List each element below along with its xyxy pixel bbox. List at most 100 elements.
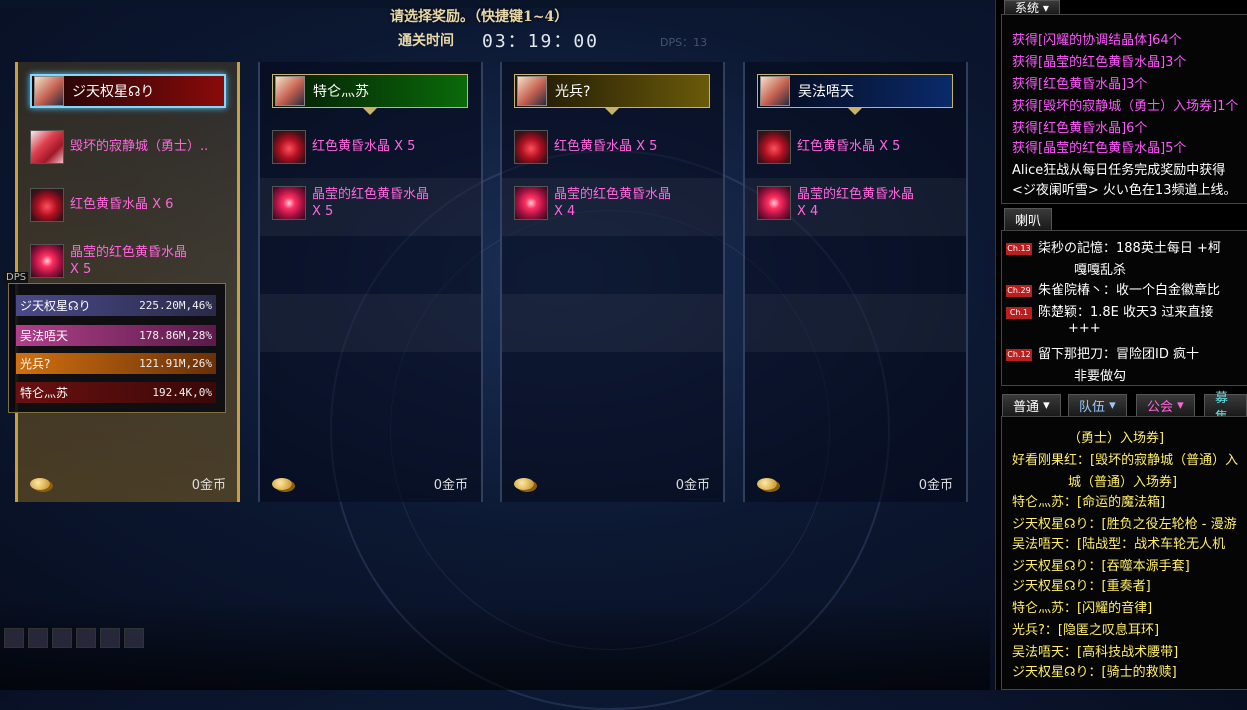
chat-sidebar: 系统 ▾ 获得[闪耀的协调结晶体]64个 获得[晶莹的红色黄昏水晶]3个 获得[… bbox=[995, 0, 1247, 690]
reward-column-1[interactable]: ジ天权星☊り 毁坏的寂静城（勇士）.. 红色黄昏水晶 X 6 晶莹的红色黄昏水晶… bbox=[15, 62, 240, 502]
channel-badge: Ch.12 bbox=[1006, 348, 1032, 361]
skill-slot[interactable] bbox=[124, 628, 144, 648]
tab-recruit[interactable]: 募集 bbox=[1204, 391, 1247, 425]
player-name-bar: ジ天权星☊り bbox=[30, 74, 226, 108]
row-stripe bbox=[745, 294, 966, 352]
gold-value: 0金币 bbox=[918, 478, 953, 493]
reward-column-2[interactable]: 特仑灬苏 红色黄昏水晶 X 5 晶莹的红色黄昏水晶 X 5 0金币 bbox=[258, 62, 483, 502]
gold-coin-icon bbox=[272, 477, 292, 490]
gold-row: 0金币 bbox=[30, 474, 226, 493]
player-name-bar: 光兵? bbox=[514, 74, 710, 108]
item-qty: X 4 bbox=[797, 204, 819, 219]
horn-line: Ch.13 柒秒の記憶：188英土每日 +柯 bbox=[1006, 237, 1221, 256]
reward-item[interactable]: 晶莹的红色黄昏水晶 X 5 bbox=[30, 244, 187, 278]
system-log[interactable]: 获得[闪耀的协调结晶体]64个 获得[晶莹的红色黄昏水晶]3个 获得[红色黄昏水… bbox=[1001, 14, 1247, 204]
reward-item[interactable]: 晶莹的红色黄昏水晶 X 4 bbox=[757, 186, 914, 220]
system-line: 获得[毁坏的寂静城（勇士）入场券]1个 bbox=[1012, 99, 1239, 114]
gold-row: 0金币 bbox=[514, 474, 710, 493]
shiny-crystal-icon bbox=[514, 186, 548, 220]
dps-value: 121.91M,26% bbox=[139, 357, 212, 370]
gold-coin-icon bbox=[30, 477, 50, 490]
chat-line: 吴法唔天：[陆战型：战术车轮无人机 bbox=[1012, 537, 1226, 552]
system-line: 获得[晶莹的红色黄昏水晶]5个 bbox=[1012, 141, 1187, 156]
skill-slot[interactable] bbox=[76, 628, 96, 648]
dps-value: 225.20M,46% bbox=[139, 299, 212, 312]
dps-player-name: ジ天权星☊り bbox=[20, 299, 91, 313]
clear-time-label: 通关时间 bbox=[398, 33, 454, 49]
item-qty: X 5 bbox=[312, 204, 334, 219]
crystal-icon bbox=[30, 188, 64, 222]
tab-party[interactable]: 队伍 ▾ bbox=[1068, 394, 1127, 416]
horn-line-cont: 非要做勾 bbox=[1074, 369, 1127, 384]
item-qty: X 4 bbox=[554, 204, 576, 219]
reward-item[interactable]: 红色黄昏水晶 X 5 bbox=[514, 130, 657, 164]
chat-line: ジ天权星☊り：[骑士的救赎] bbox=[1012, 665, 1177, 680]
dps-faint-text: DPS：13 bbox=[660, 36, 708, 49]
reward-item[interactable]: 红色黄昏水晶 X 6 bbox=[30, 188, 173, 222]
player-avatar bbox=[34, 76, 64, 106]
gold-value: 0金币 bbox=[433, 478, 468, 493]
skill-slot[interactable] bbox=[28, 628, 48, 648]
tab-guild-label: 公会 bbox=[1147, 400, 1174, 415]
name-bar-arrow bbox=[605, 108, 619, 115]
channel-badge: Ch.1 bbox=[1006, 306, 1032, 319]
item-name: 红色黄昏水晶 X 5 bbox=[554, 139, 658, 154]
horn-text: 陈楚颖：1.8E 收天3 过来直接 bbox=[1038, 305, 1214, 320]
chat-line: ジ天权星☊り：[胜负之役左轮枪 - 漫游 bbox=[1012, 517, 1237, 532]
item-name: 毁坏的寂静城（勇士）.. bbox=[70, 139, 209, 154]
player-name: 光兵? bbox=[555, 84, 591, 100]
skill-slot[interactable] bbox=[4, 628, 24, 648]
horn-text: 留下那把刀：冒险团ID 疯十 bbox=[1038, 347, 1199, 362]
tab-guild[interactable]: 公会 ▾ bbox=[1136, 394, 1195, 416]
horn-line-cont: 嘎嘎乱杀 bbox=[1074, 263, 1127, 278]
dps-row: ジ天权星☊り 225.20M,46% bbox=[16, 295, 216, 316]
tab-normal-label: 普通 bbox=[1013, 400, 1040, 415]
skill-slot[interactable] bbox=[52, 628, 72, 648]
player-name: 吴法唔天 bbox=[798, 84, 854, 100]
tab-system[interactable]: 系统 ▾ bbox=[1004, 0, 1060, 15]
horn-text: 朱雀院椿丶：收一个白金徽章比 bbox=[1038, 283, 1221, 298]
item-name: 红色黄昏水晶 X 5 bbox=[797, 139, 901, 154]
reward-item[interactable]: 红色黄昏水晶 X 5 bbox=[757, 130, 900, 164]
gold-row: 0金币 bbox=[272, 474, 468, 493]
item-name: 红色黄昏水晶 X 5 bbox=[312, 139, 416, 154]
player-name: 特仑灬苏 bbox=[313, 84, 369, 100]
dps-label: DPS bbox=[4, 272, 29, 283]
shiny-crystal-icon bbox=[757, 186, 791, 220]
system-line: <ジ夜阑听雪> 火い色在13频道上线。 bbox=[1012, 183, 1237, 198]
chat-line: ジ天权星☊り：[吞噬本源手套] bbox=[1012, 559, 1190, 574]
clear-time: 03：19：00 bbox=[482, 31, 600, 52]
reward-column-4[interactable]: 吴法唔天 红色黄昏水晶 X 5 晶莹的红色黄昏水晶 X 4 0金币 bbox=[743, 62, 968, 502]
reward-column-3[interactable]: 光兵? 红色黄昏水晶 X 5 晶莹的红色黄昏水晶 X 4 0金币 bbox=[500, 62, 725, 502]
reward-item[interactable]: 晶莹的红色黄昏水晶 X 4 bbox=[514, 186, 671, 220]
reward-item[interactable]: 毁坏的寂静城（勇士）.. bbox=[30, 130, 208, 164]
reward-item[interactable]: 晶莹的红色黄昏水晶 X 5 bbox=[272, 186, 429, 220]
tab-normal[interactable]: 普通 ▾ bbox=[1002, 394, 1061, 416]
gold-coin-icon bbox=[757, 477, 777, 490]
chat-line: 城（普通）入场券] bbox=[1068, 475, 1178, 490]
skill-slot[interactable] bbox=[100, 628, 120, 648]
gold-row: 0金币 bbox=[757, 474, 953, 493]
player-name-bar: 吴法唔天 bbox=[757, 74, 953, 108]
tab-horn-label: 喇叭 bbox=[1015, 214, 1042, 229]
chat-log[interactable]: （勇士）入场券] 好看刚果红：[毁坏的寂静城（普通）入 城（普通）入场券] 特仑… bbox=[1001, 416, 1247, 690]
gold-value: 0金币 bbox=[191, 478, 226, 493]
horn-log[interactable]: Ch.13 柒秒の記憶：188英土每日 +柯 嘎嘎乱杀 Ch.29 朱雀院椿丶：收一… bbox=[1001, 230, 1247, 386]
reward-item[interactable]: 红色黄昏水晶 X 5 bbox=[272, 130, 415, 164]
player-avatar bbox=[275, 76, 305, 106]
horn-line: Ch.1 陈楚颖：1.8E 收天3 过来直接 bbox=[1006, 301, 1213, 320]
row-stripe bbox=[260, 294, 481, 352]
chat-line: ジ天权星☊り：[重奏者] bbox=[1012, 579, 1151, 594]
dps-row: 特仑灬苏 192.4K,0% bbox=[16, 382, 216, 403]
tab-horn[interactable]: 喇叭 bbox=[1004, 208, 1053, 230]
chat-line: 好看刚果红：[毁坏的寂静城（普通）入 bbox=[1012, 453, 1239, 468]
gold-value: 0金币 bbox=[675, 478, 710, 493]
dps-row: 吴法唔天 178.86M,28% bbox=[16, 325, 216, 346]
shiny-crystal-icon bbox=[272, 186, 306, 220]
system-line: 获得[红色黄昏水晶]6个 bbox=[1012, 121, 1148, 136]
dps-value: 178.86M,28% bbox=[139, 329, 212, 342]
item-name: 晶莹的红色黄昏水晶 bbox=[70, 245, 188, 260]
dps-player-name: 特仑灬苏 bbox=[20, 386, 69, 400]
system-line: 获得[晶莹的红色黄昏水晶]3个 bbox=[1012, 55, 1187, 70]
player-avatar bbox=[760, 76, 790, 106]
